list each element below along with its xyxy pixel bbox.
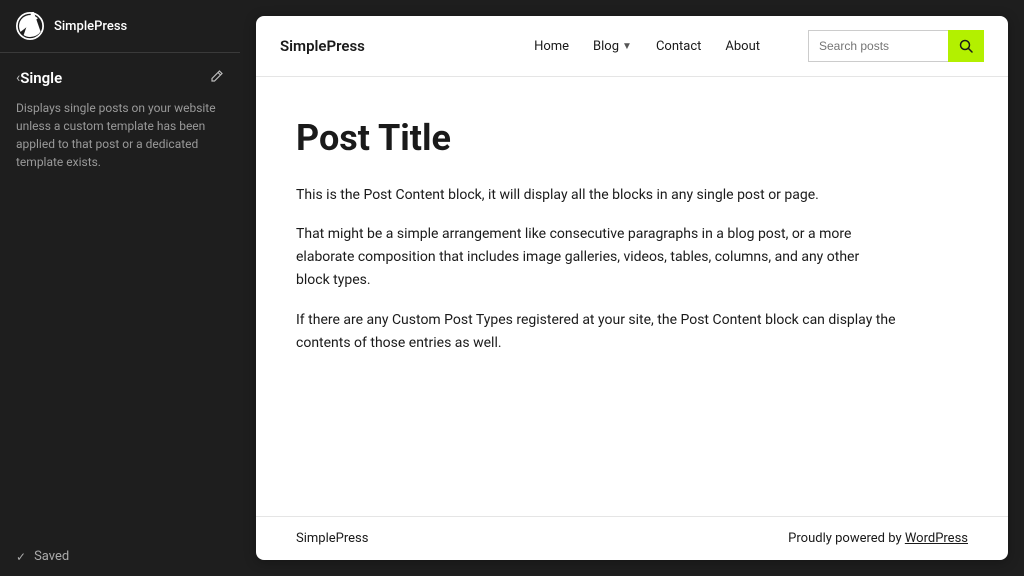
sidebar-section-title: Single xyxy=(20,69,210,87)
sidebar-edit-button[interactable] xyxy=(210,69,224,87)
post-paragraph-2: That might be a simple arrangement like … xyxy=(296,223,896,292)
site-footer: SimplePress Proudly powered by WordPress xyxy=(256,516,1008,560)
nav-blog-label: Blog xyxy=(593,39,619,54)
pencil-icon xyxy=(210,69,224,83)
site-logo: SimplePress xyxy=(280,37,365,55)
nav-item-blog[interactable]: Blog ▼ xyxy=(593,39,632,54)
sidebar-header: SimplePress xyxy=(0,0,240,52)
nav-contact-label: Contact xyxy=(656,39,701,54)
search-icon xyxy=(959,39,973,53)
site-content: Post Title This is the Post Content bloc… xyxy=(256,77,1008,516)
post-paragraph-3: If there are any Custom Post Types regis… xyxy=(296,309,896,355)
site-header: SimplePress Home Blog ▼ Contact About xyxy=(256,16,1008,77)
saved-label: Saved xyxy=(34,549,69,564)
nav-home-label: Home xyxy=(534,39,569,54)
sidebar: SimplePress ‹ Single Displays single pos… xyxy=(0,0,240,576)
nav-item-about[interactable]: About xyxy=(725,39,760,54)
nav-item-home[interactable]: Home xyxy=(534,39,569,54)
nav-item-contact[interactable]: Contact xyxy=(656,39,701,54)
nav-about-label: About xyxy=(725,39,760,54)
chevron-down-icon: ▼ xyxy=(622,41,632,52)
saved-checkmark: ✓ xyxy=(16,550,26,564)
post-paragraph-1: This is the Post Content block, it will … xyxy=(296,184,896,207)
post-body: This is the Post Content block, it will … xyxy=(296,184,968,355)
search-input[interactable] xyxy=(808,30,948,62)
sidebar-description: Displays single posts on your website un… xyxy=(0,95,240,187)
search-area xyxy=(808,30,984,62)
footer-logo: SimplePress xyxy=(296,531,368,546)
main-area: SimplePress Home Blog ▼ Contact About xyxy=(240,0,1024,576)
sidebar-section-header: ‹ Single xyxy=(0,53,240,95)
sidebar-site-name: SimplePress xyxy=(54,19,127,34)
footer-powered-by: Proudly powered by WordPress xyxy=(788,531,968,546)
sidebar-bottom: ✓ Saved xyxy=(0,537,240,576)
wordpress-logo xyxy=(16,12,44,40)
preview-frame: SimplePress Home Blog ▼ Contact About xyxy=(256,16,1008,560)
search-button[interactable] xyxy=(948,30,984,62)
footer-wordpress-link[interactable]: WordPress xyxy=(905,531,968,546)
site-nav: Home Blog ▼ Contact About xyxy=(534,39,760,54)
post-title: Post Title xyxy=(296,117,968,160)
